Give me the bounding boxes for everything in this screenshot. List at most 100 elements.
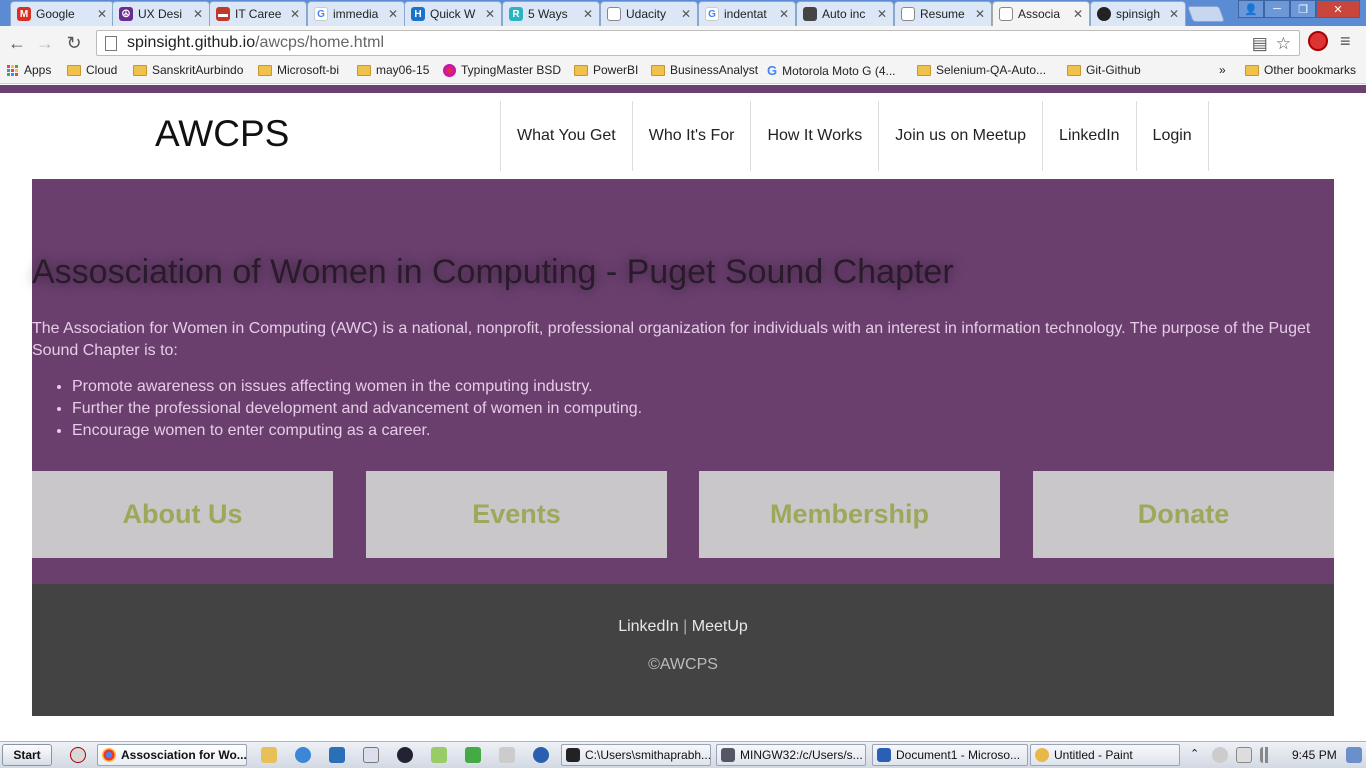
- close-icon[interactable]: ✕: [875, 7, 889, 21]
- back-arrow-icon[interactable]: ←: [6, 32, 28, 54]
- explorer-icon[interactable]: [261, 747, 277, 763]
- reload-icon[interactable]: ↻: [63, 32, 85, 54]
- close-icon[interactable]: ✕: [386, 7, 400, 21]
- devices-icon[interactable]: [499, 747, 515, 763]
- bookmark-folder[interactable]: SanskritAurbindo: [133, 63, 243, 77]
- taskbar-cmd[interactable]: C:\Users\smithaprabh...: [561, 744, 711, 766]
- close-icon[interactable]: ✕: [973, 7, 987, 21]
- bookmark-star-icon[interactable]: ☆: [1276, 34, 1291, 54]
- signal-icon[interactable]: [1260, 747, 1276, 763]
- site-logo[interactable]: AWCPS: [155, 113, 289, 155]
- network-icon[interactable]: [431, 747, 447, 763]
- bookmark-motorola[interactable]: G Motorola Moto G (4...: [767, 63, 896, 78]
- close-icon[interactable]: ✕: [483, 7, 497, 21]
- browser-tab[interactable]: R 5 Ways ✕: [502, 1, 600, 26]
- menu-icon[interactable]: ≡: [1340, 31, 1351, 52]
- card-about-us[interactable]: About Us: [32, 471, 333, 558]
- close-icon[interactable]: ✕: [191, 7, 205, 21]
- bookmarks-overflow-button[interactable]: »: [1219, 63, 1226, 77]
- calculator-icon[interactable]: [363, 747, 379, 763]
- card-donate[interactable]: Donate: [1033, 471, 1334, 558]
- avatar-icon: [803, 7, 817, 21]
- outlook-icon[interactable]: [329, 747, 345, 763]
- no-entry-icon[interactable]: [70, 747, 86, 763]
- nav-join-meetup[interactable]: Join us on Meetup: [878, 101, 1042, 171]
- new-tab-button[interactable]: [1187, 6, 1225, 22]
- bookmark-folder[interactable]: may06-15: [357, 63, 429, 77]
- browser-tab[interactable]: G indentat ✕: [698, 1, 796, 26]
- mute-icon[interactable]: [1212, 747, 1228, 763]
- minimize-button[interactable]: ─: [1264, 0, 1290, 18]
- browser-tab[interactable]: ▬ IT Caree ✕: [209, 1, 307, 26]
- nav-what-you-get[interactable]: What You Get: [500, 101, 632, 171]
- close-icon[interactable]: ✕: [581, 7, 595, 21]
- gmail-icon: M: [17, 7, 31, 21]
- close-icon[interactable]: ✕: [1071, 7, 1085, 21]
- tab-label: IT Caree: [235, 7, 282, 21]
- bookmark-folder[interactable]: Microsoft-bi: [258, 63, 339, 77]
- taskbar-chrome[interactable]: Assosciation for Wo...: [97, 744, 247, 766]
- footer-meetup-link[interactable]: MeetUp: [692, 618, 748, 635]
- system-clock[interactable]: 9:45 PM: [1292, 748, 1337, 762]
- nav-linkedin[interactable]: LinkedIn: [1042, 101, 1136, 171]
- browser-tab[interactable]: Udacity ✕: [600, 1, 698, 26]
- browser-tab[interactable]: H Quick W ✕: [404, 1, 502, 26]
- card-membership[interactable]: Membership: [699, 471, 1000, 558]
- show-desktop-icon[interactable]: [1346, 747, 1362, 763]
- bookmark-folder[interactable]: Git-Github: [1067, 63, 1141, 77]
- folder-icon: [1245, 64, 1259, 76]
- intro-paragraph: The Association for Women in Computing (…: [32, 320, 1311, 359]
- ie-icon[interactable]: [295, 747, 311, 763]
- close-icon[interactable]: ✕: [288, 7, 302, 21]
- bookmark-folder[interactable]: BusinessAnalyst: [651, 63, 758, 77]
- maximize-button[interactable]: ❐: [1290, 0, 1316, 18]
- footer-linkedin-link[interactable]: LinkedIn: [618, 618, 679, 635]
- bookmark-other[interactable]: Other bookmarks: [1245, 63, 1356, 77]
- browser-tab[interactable]: spinsigh ✕: [1090, 1, 1186, 26]
- site-nav: What You Get Who It's For How It Works J…: [500, 101, 1209, 171]
- folder-icon: [651, 64, 665, 76]
- h-icon: H: [411, 7, 425, 21]
- globe-icon[interactable]: [533, 747, 549, 763]
- card-events[interactable]: Events: [366, 471, 667, 558]
- battery-icon[interactable]: [1236, 747, 1252, 763]
- tray-expand-icon[interactable]: ⌃: [1190, 747, 1200, 763]
- bookmark-folder[interactable]: Cloud: [67, 63, 117, 77]
- browser-tab[interactable]: G immedia ✕: [307, 1, 405, 26]
- bookmark-typingmaster[interactable]: TypingMaster BSD: [443, 63, 561, 77]
- browser-tab[interactable]: ☮ UX Desi ✕: [112, 1, 210, 26]
- taskbar-word[interactable]: Document1 - Microso...: [872, 744, 1028, 766]
- folder-icon: [258, 64, 272, 76]
- browser-toolbar: ← → ↻ spinsight.github.io/awcps/home.htm…: [0, 26, 1366, 60]
- bookmark-apps[interactable]: Apps: [7, 63, 51, 77]
- address-bar[interactable]: spinsight.github.io/awcps/home.html ▤ ☆: [96, 30, 1300, 56]
- bookmark-folder[interactable]: PowerBI: [574, 63, 638, 77]
- close-icon[interactable]: ✕: [777, 7, 791, 21]
- taskbar-paint[interactable]: Untitled - Paint: [1030, 744, 1180, 766]
- forward-arrow-icon[interactable]: →: [34, 32, 56, 54]
- bookmark-folder[interactable]: Selenium-QA-Auto...: [917, 63, 1046, 77]
- eclipse-icon[interactable]: [397, 747, 413, 763]
- close-icon[interactable]: ✕: [95, 7, 109, 21]
- taskbar-mingw[interactable]: MINGW32:/c/Users/s...: [716, 744, 866, 766]
- nav-how-it-works[interactable]: How It Works: [750, 101, 878, 171]
- nav-login[interactable]: Login: [1135, 101, 1209, 171]
- url-path: /awcps/home.html: [255, 34, 385, 51]
- paint-palette-icon[interactable]: [465, 747, 481, 763]
- adblock-icon[interactable]: [1308, 31, 1328, 51]
- tab-label: UX Desi: [138, 7, 183, 21]
- browser-tab[interactable]: M Google ✕: [10, 1, 114, 26]
- close-window-button[interactable]: ✕: [1316, 0, 1360, 18]
- close-icon[interactable]: ✕: [1167, 7, 1181, 21]
- hero-section: Assosciation of Women in Computing - Pug…: [32, 179, 1334, 584]
- start-button[interactable]: Start: [2, 744, 52, 766]
- browser-tab[interactable]: Auto inc ✕: [796, 1, 894, 26]
- user-profile-icon[interactable]: 👤: [1238, 0, 1264, 18]
- reader-icon[interactable]: ▤: [1252, 34, 1268, 54]
- nav-who-its-for[interactable]: Who It's For: [631, 101, 751, 171]
- close-icon[interactable]: ✕: [679, 7, 693, 21]
- browser-tab[interactable]: Resume ✕: [894, 1, 992, 26]
- browser-tab-active[interactable]: Associa ✕: [992, 1, 1090, 26]
- tab-label: Google: [36, 7, 75, 21]
- purpose-list: Promote awareness on issues affecting wo…: [72, 376, 642, 442]
